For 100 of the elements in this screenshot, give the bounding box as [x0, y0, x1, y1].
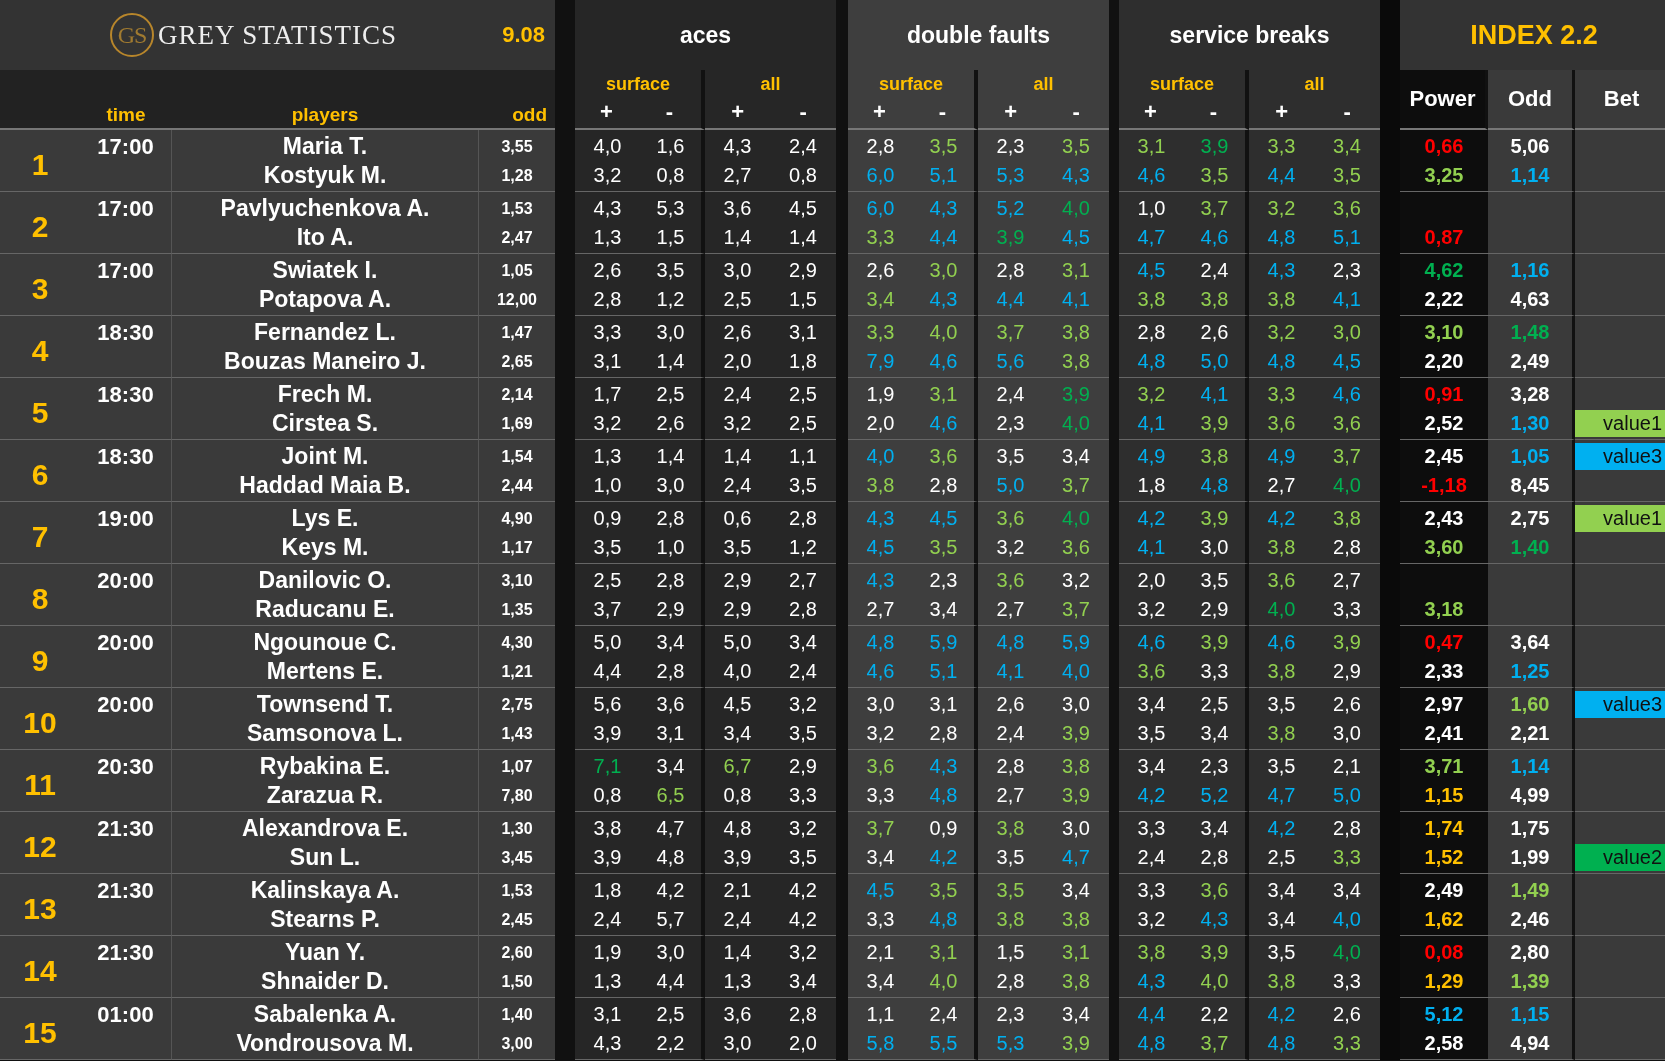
- stat-value: 3,0: [929, 258, 958, 283]
- stat-value: 4,2: [789, 878, 817, 903]
- index-odd: 4,63: [1510, 287, 1550, 312]
- stat-value: 3,7: [866, 816, 895, 841]
- stat-value: 4,5: [929, 506, 958, 531]
- stat-value: 3,8: [1137, 940, 1166, 965]
- index-odd: 1,05: [1510, 444, 1550, 469]
- stat-value: 3,3: [866, 783, 895, 808]
- player-name: Maria T.: [282, 132, 368, 161]
- stat-value: 4,5: [866, 878, 895, 903]
- index-odd: 2,80: [1510, 940, 1550, 965]
- match-number: 2: [31, 209, 49, 244]
- stat-value: 2,9: [1200, 597, 1229, 622]
- stat-value: 3,8: [1062, 969, 1090, 994]
- stat-value: 4,8: [1267, 349, 1296, 374]
- stat-value: 5,1: [929, 659, 958, 684]
- stat-value: 2,7: [1333, 568, 1361, 593]
- stat-value: 5,3: [996, 163, 1025, 188]
- stat-value: 4,2: [789, 907, 817, 932]
- stat-value: 3,3: [789, 783, 817, 808]
- player-name: Samsonova L.: [247, 719, 403, 748]
- stat-value: 2,0: [723, 349, 752, 374]
- power-value: 0,08: [1424, 940, 1464, 965]
- stat-value: 2,5: [789, 411, 817, 436]
- column-header: +: [599, 98, 614, 126]
- stat-value: 2,7: [723, 163, 752, 188]
- stat-value: 4,6: [1333, 382, 1361, 407]
- stat-value: 3,3: [1267, 134, 1296, 159]
- player-odd: 12,00: [496, 290, 537, 310]
- stat-value: 1,4: [656, 349, 685, 374]
- stat-value: 5,2: [996, 196, 1025, 221]
- stat-value: 4,0: [1333, 473, 1361, 498]
- power-value: 2,22: [1424, 287, 1464, 312]
- match-time: 21:30: [96, 815, 155, 843]
- match-number: 8: [31, 581, 49, 616]
- stat-value: 2,8: [996, 258, 1025, 283]
- match-number: 5: [31, 395, 49, 430]
- stat-value: 4,2: [656, 878, 685, 903]
- index-odd: 3,64: [1510, 630, 1550, 655]
- player-name: Keys M.: [281, 533, 369, 562]
- stat-value: 5,0: [1333, 783, 1361, 808]
- stat-value: 3,8: [1267, 969, 1296, 994]
- stat-value: 4,3: [593, 196, 622, 221]
- player-name: Swiatek I.: [272, 256, 378, 285]
- stat-value: 3,1: [789, 320, 817, 345]
- stat-value: 1,8: [789, 349, 817, 374]
- stat-value: 2,6: [723, 320, 752, 345]
- match-time: 01:00: [96, 1001, 155, 1029]
- stat-value: 2,5: [1200, 692, 1229, 717]
- stat-value: 2,4: [929, 1002, 958, 1027]
- match-time: 20:30: [96, 753, 155, 781]
- stat-value: 2,2: [656, 1031, 685, 1056]
- stat-value: 4,1: [996, 659, 1025, 684]
- stat-value: 3,4: [656, 754, 685, 779]
- stat-value: 3,5: [1137, 721, 1166, 746]
- power-value: 3,10: [1424, 320, 1464, 345]
- stat-value: 3,4: [1200, 816, 1229, 841]
- stat-value: 2,4: [723, 907, 752, 932]
- stat-value: 0,6: [723, 506, 752, 531]
- stat-value: 0,8: [723, 783, 752, 808]
- stat-value: 4,4: [1267, 163, 1296, 188]
- stat-value: 4,8: [996, 630, 1025, 655]
- stat-value: 4,0: [1062, 659, 1090, 684]
- stat-value: 3,3: [866, 225, 895, 250]
- stat-value: 1,5: [789, 287, 817, 312]
- stat-value: 3,7: [996, 320, 1025, 345]
- index-odd: 2,46: [1510, 907, 1550, 932]
- stat-value: 2,5: [656, 382, 685, 407]
- stat-value: 2,9: [789, 258, 817, 283]
- stat-value: 1,4: [789, 225, 817, 250]
- player-odd: 1,47: [501, 323, 533, 343]
- stat-value: 3,0: [656, 320, 685, 345]
- power-value: 2,41: [1424, 721, 1464, 746]
- player-odd: 3,10: [501, 571, 533, 591]
- index-odd: 1,99: [1510, 845, 1550, 870]
- stat-value: 3,7: [1062, 473, 1090, 498]
- stat-value: 4,0: [1333, 907, 1361, 932]
- stat-value: 5,6: [593, 692, 622, 717]
- player-name: Lys E.: [291, 504, 359, 533]
- stat-value: 2,4: [789, 134, 817, 159]
- stat-value: 3,5: [789, 473, 817, 498]
- stat-value: 2,8: [996, 969, 1025, 994]
- power-value: 2,58: [1424, 1031, 1464, 1056]
- player-odd: 2,60: [501, 943, 533, 963]
- column-header: Power: [1409, 86, 1476, 112]
- stat-value: 3,3: [866, 907, 895, 932]
- stat-value: 3,3: [1333, 597, 1361, 622]
- stat-value: 3,4: [1062, 1002, 1090, 1027]
- stat-value: 5,1: [929, 163, 958, 188]
- stat-value: 2,1: [866, 940, 895, 965]
- player-odd: 1,54: [501, 447, 533, 467]
- stat-value: 4,0: [1062, 196, 1090, 221]
- stat-value: 3,5: [789, 721, 817, 746]
- index-odd: 1,48: [1510, 320, 1550, 345]
- stat-value: 2,8: [789, 506, 817, 531]
- stat-value: 4,8: [1200, 473, 1229, 498]
- player-odd: 1,07: [501, 757, 533, 777]
- group-title: double faults: [906, 21, 1051, 49]
- stat-value: 3,5: [1267, 692, 1296, 717]
- stat-value: 4,3: [929, 287, 958, 312]
